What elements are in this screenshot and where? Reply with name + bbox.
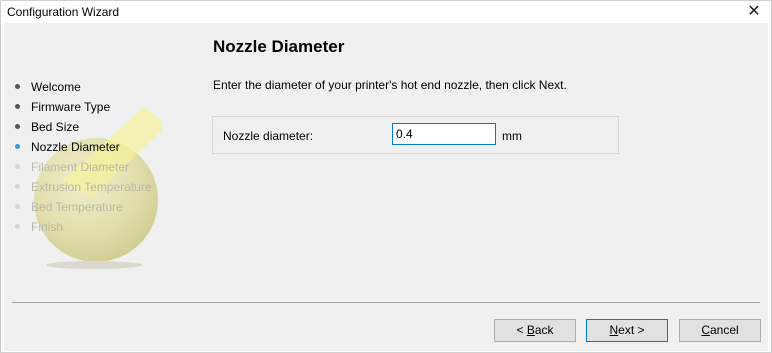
step-bullet-icon xyxy=(15,224,20,229)
step-bullet-icon xyxy=(15,204,20,209)
step-bullet-icon xyxy=(15,104,20,109)
nozzle-diameter-input[interactable] xyxy=(392,123,496,145)
page-title: Nozzle Diameter xyxy=(213,37,345,56)
step-label: Bed Temperature xyxy=(31,200,123,214)
back-button-accel: B xyxy=(526,323,535,337)
title-bar[interactable]: Configuration Wizard ✕ xyxy=(1,1,771,23)
step-bullet-icon xyxy=(15,84,20,89)
wizard-client-area: Welcome Firmware Type Bed Size Nozzle Di… xyxy=(4,23,768,351)
cancel-button-label: ancel xyxy=(709,323,739,337)
wizard-sidebar: Welcome Firmware Type Bed Size Nozzle Di… xyxy=(4,23,194,301)
next-button-accel: N xyxy=(609,323,619,337)
step-label: Bed Size xyxy=(31,120,80,134)
step-bullet-icon xyxy=(15,164,20,169)
back-button-prefix: < xyxy=(516,323,527,337)
step-filament-diameter: Filament Diameter xyxy=(4,157,152,177)
step-firmware-type: Firmware Type xyxy=(4,97,152,117)
step-label: Filament Diameter xyxy=(31,160,130,174)
configuration-wizard-window: Configuration Wizard ✕ Welcome Firmware … xyxy=(0,0,772,353)
step-extrusion-temperature: Extrusion Temperature xyxy=(4,177,152,197)
step-nozzle-diameter: Nozzle Diameter xyxy=(4,137,152,157)
step-bullet-icon xyxy=(15,144,20,149)
step-bullet-icon xyxy=(15,124,20,129)
wizard-step-list: Welcome Firmware Type Bed Size Nozzle Di… xyxy=(4,77,152,237)
step-label: Nozzle Diameter xyxy=(31,140,120,154)
window-title: Configuration Wizard xyxy=(7,5,120,19)
nozzle-diameter-label: Nozzle diameter: xyxy=(223,129,314,143)
step-bullet-icon xyxy=(15,184,20,189)
step-bed-temperature: Bed Temperature xyxy=(4,197,152,217)
step-label: Extrusion Temperature xyxy=(31,180,152,194)
step-finish: Finish xyxy=(4,217,152,237)
back-button[interactable]: < Back xyxy=(494,319,576,342)
unit-label: mm xyxy=(502,129,522,143)
step-bed-size: Bed Size xyxy=(4,117,152,137)
page-description: Enter the diameter of your printer's hot… xyxy=(213,78,567,92)
next-button-label: ext > xyxy=(618,323,645,337)
step-welcome: Welcome xyxy=(4,77,152,97)
button-separator xyxy=(12,302,760,303)
close-icon[interactable]: ✕ xyxy=(737,1,771,23)
next-button[interactable]: Next > xyxy=(586,319,668,342)
step-label: Finish xyxy=(31,220,64,234)
back-button-label: ack xyxy=(534,323,554,337)
step-label: Welcome xyxy=(31,80,81,94)
cancel-button-accel: C xyxy=(701,323,710,337)
cancel-button[interactable]: Cancel xyxy=(679,319,761,342)
step-label: Firmware Type xyxy=(31,100,111,114)
nozzle-diameter-panel: Nozzle diameter: mm xyxy=(212,116,619,154)
